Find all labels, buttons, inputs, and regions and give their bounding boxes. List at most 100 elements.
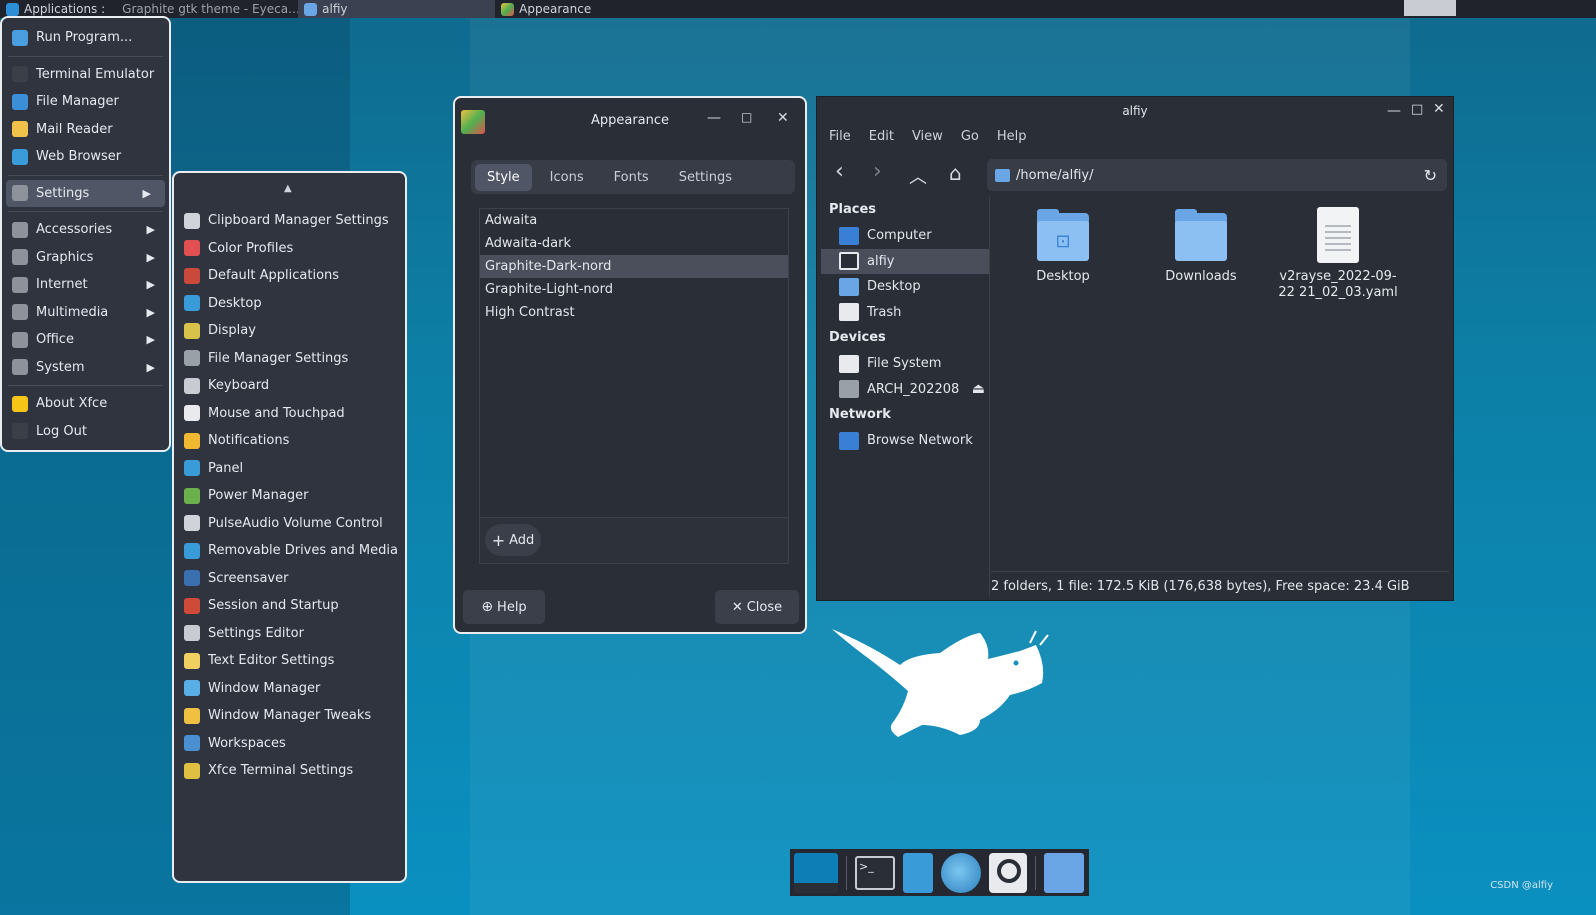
app-menu-item-internet[interactable]: Internet ▶ bbox=[2, 271, 169, 299]
minimize-icon[interactable]: — bbox=[1387, 103, 1401, 119]
taskbar-item-appearance[interactable]: Appearance bbox=[495, 0, 597, 18]
app-menu-item-log-out[interactable]: Log Out bbox=[2, 418, 169, 446]
settings-item-file-manager-settings[interactable]: File Manager Settings bbox=[174, 345, 405, 373]
settings-item-screensaver[interactable]: Screensaver bbox=[174, 565, 405, 593]
sidebar-item-desktop[interactable]: Desktop bbox=[821, 274, 989, 300]
app-menu-item-office[interactable]: Office ▶ bbox=[2, 326, 169, 354]
settings-item-default-applications[interactable]: Default Applications bbox=[174, 262, 405, 290]
sidebar-item-browse-network[interactable]: Browse Network bbox=[821, 428, 989, 454]
theme-row[interactable]: Adwaita bbox=[480, 209, 788, 232]
appearance-titlebar[interactable]: Appearance — □ ✕ bbox=[455, 98, 805, 142]
app-menu-item-about-xfce[interactable]: About Xfce bbox=[2, 390, 169, 418]
sidebar-item-arch-202208[interactable]: ARCH_202208 ⏏ bbox=[821, 377, 989, 403]
add-button-label: Add bbox=[509, 532, 535, 548]
app-menu-item-file-manager[interactable]: File Manager bbox=[2, 88, 169, 116]
app-menu-item-mail-reader[interactable]: Mail Reader bbox=[2, 116, 169, 144]
file-item-downloads[interactable]: Downloads bbox=[1141, 209, 1261, 284]
menu-item-label: Mail Reader bbox=[36, 121, 113, 137]
settings-item-power-manager[interactable]: Power Manager bbox=[174, 482, 405, 510]
theme-row[interactable]: Graphite-Dark-nord bbox=[480, 255, 788, 278]
sidebar-item-trash[interactable]: Trash bbox=[821, 300, 989, 326]
file-item-label: v2rayse_2022-09-22 21_02_03.yaml bbox=[1278, 269, 1398, 300]
help-button[interactable]: ⊕ Help bbox=[463, 590, 545, 624]
app-menu-item-run-program[interactable]: Run Program... bbox=[2, 24, 169, 52]
back-icon[interactable]: ‹ bbox=[835, 159, 844, 184]
maximize-icon[interactable]: □ bbox=[741, 110, 752, 124]
app-finder-icon[interactable] bbox=[989, 852, 1027, 893]
menu-edit[interactable]: Edit bbox=[869, 129, 894, 144]
tab-settings[interactable]: Settings bbox=[667, 164, 744, 191]
close-x-icon: ✕ bbox=[731, 599, 743, 615]
settings-item-mouse-and-touchpad[interactable]: Mouse and Touchpad bbox=[174, 400, 405, 428]
path-input[interactable]: /home/alfiy/ bbox=[1016, 168, 1093, 183]
folder-icon[interactable] bbox=[1044, 852, 1084, 893]
close-icon[interactable]: ✕ bbox=[777, 110, 789, 126]
eject-icon[interactable]: ⏏ bbox=[972, 381, 985, 397]
settings-item-pulseaudio-volume-control[interactable]: PulseAudio Volume Control bbox=[174, 510, 405, 538]
workspace-switcher[interactable] bbox=[1404, 0, 1456, 16]
tab-style[interactable]: Style bbox=[475, 163, 532, 191]
path-bar[interactable]: /home/alfiy/ ↻ bbox=[987, 159, 1447, 191]
settings-item-notifications[interactable]: Notifications bbox=[174, 427, 405, 455]
settings-item-clipboard-manager-settings[interactable]: Clipboard Manager Settings bbox=[174, 207, 405, 235]
menu-item-label: Removable Drives and Media bbox=[208, 543, 398, 559]
app-menu-item-system[interactable]: System ▶ bbox=[2, 354, 169, 382]
app-menu-item-multimedia[interactable]: Multimedia ▶ bbox=[2, 299, 169, 327]
close-icon[interactable]: ✕ bbox=[1433, 101, 1445, 117]
tab-fonts[interactable]: Fonts bbox=[602, 164, 661, 191]
tab-icons[interactable]: Icons bbox=[538, 164, 596, 191]
menu-item-label: Run Program... bbox=[36, 30, 133, 46]
app-menu-item-accessories[interactable]: Accessories ▶ bbox=[2, 216, 169, 244]
settings-item-xfce-terminal-settings[interactable]: Xfce Terminal Settings bbox=[174, 757, 405, 785]
app-menu-item-settings[interactable]: Settings ▶ bbox=[6, 179, 165, 207]
settings-item-window-manager[interactable]: Window Manager bbox=[174, 675, 405, 703]
file-manager-icon[interactable] bbox=[903, 852, 933, 893]
close-button[interactable]: ✕ Close bbox=[715, 590, 799, 624]
app-menu-item-web-browser[interactable]: Web Browser bbox=[2, 143, 169, 171]
menu-file[interactable]: File bbox=[829, 129, 851, 144]
maximize-icon[interactable]: □ bbox=[1411, 102, 1423, 117]
settings-item-removable-drives-and-media[interactable]: Removable Drives and Media bbox=[174, 537, 405, 565]
top-panel: Applications : Graphite gtk theme - Eyec… bbox=[0, 0, 1596, 18]
theme-row[interactable]: High Contrast bbox=[480, 301, 788, 324]
add-button[interactable]: + Add bbox=[485, 524, 541, 556]
settings-item-text-editor-settings[interactable]: Text Editor Settings bbox=[174, 647, 405, 675]
app-menu-item-graphics[interactable]: Graphics ▶ bbox=[2, 244, 169, 272]
sidebar-item-computer[interactable]: Computer bbox=[821, 223, 989, 249]
file-manager-titlebar[interactable]: alfiy — □ ✕ bbox=[817, 97, 1453, 125]
sidebar-item-icon bbox=[839, 252, 859, 271]
menu-help[interactable]: Help bbox=[997, 129, 1027, 144]
settings-item-desktop[interactable]: Desktop bbox=[174, 290, 405, 318]
terminal-icon bbox=[12, 66, 28, 83]
menu-view[interactable]: View bbox=[912, 129, 943, 144]
settings-app-icon bbox=[184, 240, 200, 257]
settings-item-display[interactable]: Display bbox=[174, 317, 405, 345]
sidebar-item-file-system[interactable]: File System bbox=[821, 351, 989, 377]
file-item-desktop[interactable]: ⊡ Desktop bbox=[1003, 209, 1123, 284]
menu-item-label: Desktop bbox=[208, 295, 262, 311]
app-menu-item-terminal-emulator[interactable]: Terminal Emulator bbox=[2, 61, 169, 89]
taskbar-item-file-manager[interactable]: alfiy bbox=[298, 0, 496, 18]
terminal-icon[interactable]: >_ bbox=[855, 855, 895, 890]
web-browser-icon[interactable] bbox=[941, 852, 981, 893]
home-icon[interactable]: ⌂ bbox=[949, 161, 962, 185]
settings-item-color-profiles[interactable]: Color Profiles bbox=[174, 235, 405, 263]
settings-item-keyboard[interactable]: Keyboard bbox=[174, 372, 405, 400]
theme-row[interactable]: Graphite-Light-nord bbox=[480, 278, 788, 301]
settings-item-workspaces[interactable]: Workspaces bbox=[174, 730, 405, 758]
theme-row[interactable]: Adwaita-dark bbox=[480, 232, 788, 255]
settings-item-panel[interactable]: Panel bbox=[174, 455, 405, 483]
settings-item-session-and-startup[interactable]: Session and Startup bbox=[174, 592, 405, 620]
settings-app-icon bbox=[184, 707, 200, 724]
sidebar-item-alfiy[interactable]: alfiy bbox=[821, 248, 989, 274]
up-icon[interactable]: ︿ bbox=[909, 163, 927, 189]
forward-icon[interactable]: › bbox=[873, 159, 882, 184]
show-desktop-icon[interactable] bbox=[794, 852, 838, 893]
reload-icon[interactable]: ↻ bbox=[1424, 166, 1437, 185]
settings-item-settings-editor[interactable]: Settings Editor bbox=[174, 620, 405, 648]
minimize-icon[interactable]: — bbox=[707, 110, 721, 126]
scroll-up-icon[interactable]: ▲ bbox=[284, 183, 292, 194]
menu-go[interactable]: Go bbox=[961, 129, 979, 144]
settings-item-window-manager-tweaks[interactable]: Window Manager Tweaks bbox=[174, 702, 405, 730]
file-item-yaml[interactable]: v2rayse_2022-09-22 21_02_03.yaml bbox=[1273, 207, 1403, 301]
